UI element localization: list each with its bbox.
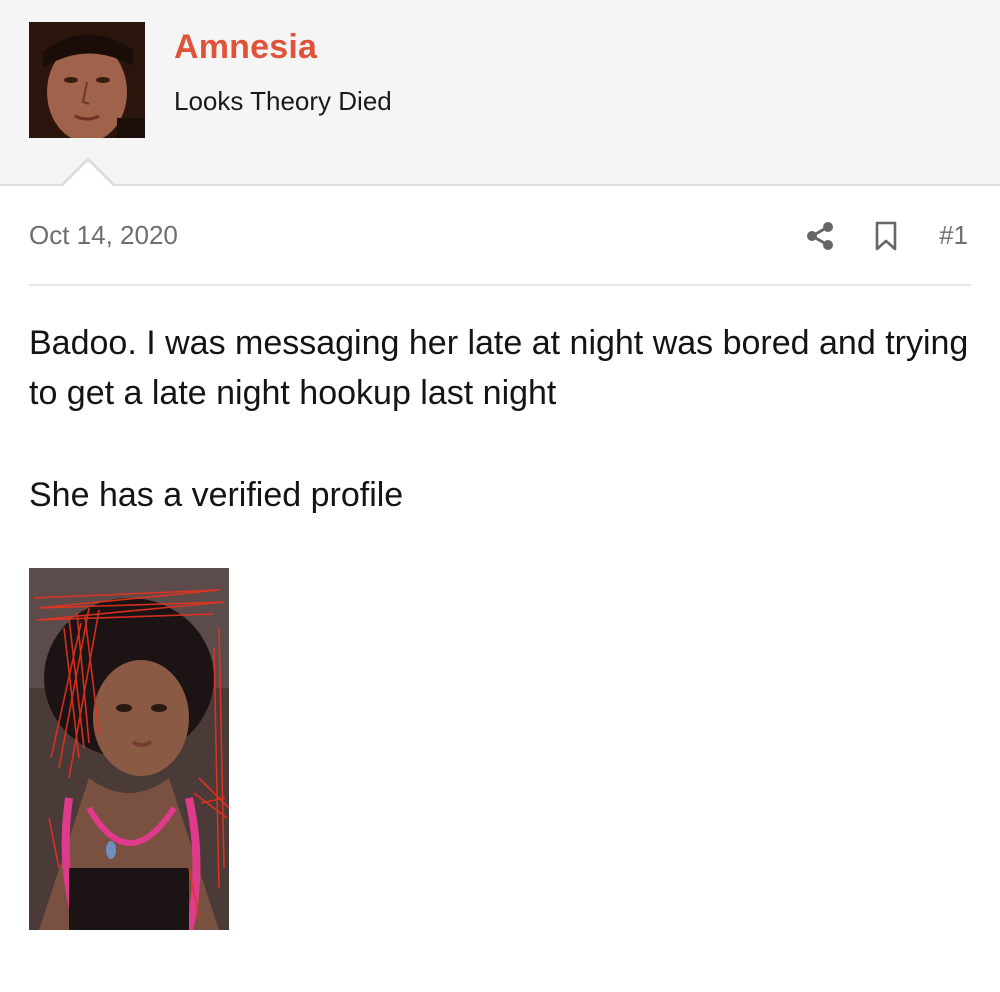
post-number-link[interactable]: #1 — [939, 220, 968, 251]
share-icon[interactable] — [805, 220, 835, 252]
username-link[interactable]: Amnesia — [174, 28, 317, 67]
post-body: Badoo. I was messaging her late at night… — [29, 318, 971, 520]
post-paragraph: She has a verified profile — [29, 476, 404, 514]
user-header: Amnesia Looks Theory Died — [0, 0, 1000, 186]
post-date[interactable]: Oct 14, 2020 — [29, 220, 178, 251]
header-pointer-fill — [61, 161, 115, 188]
avatar-image — [29, 22, 145, 138]
user-title: Looks Theory Died — [174, 86, 392, 116]
user-avatar[interactable] — [29, 22, 145, 138]
bookmark-icon[interactable] — [873, 220, 899, 252]
post-paragraph: Badoo. I was messaging her late at night… — [29, 324, 969, 412]
photo-image — [29, 568, 229, 930]
photo-thumbnail[interactable] — [29, 568, 229, 930]
post-meta-bar: Oct 14, 2020 #1 — [29, 216, 971, 256]
meta-divider — [29, 284, 971, 286]
